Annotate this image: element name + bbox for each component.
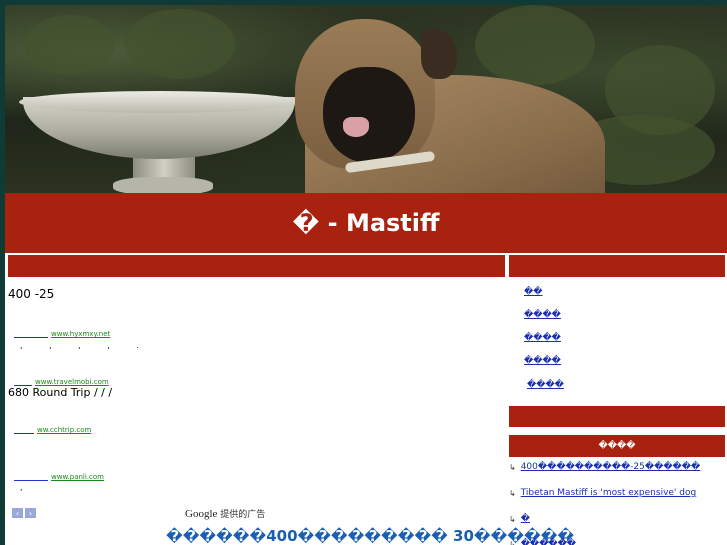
- sidebar-article-item[interactable]: ↳ Tibetan Mastiff is 'most expensive' do…: [509, 488, 696, 498]
- sidebar-article-item[interactable]: ↳ ������: [509, 539, 576, 545]
- sidebar-section-title: ����: [509, 435, 725, 457]
- site-title: � - Mastiff: [292, 209, 440, 237]
- arrow-icon: ↳: [509, 488, 516, 498]
- sidebar-header: [509, 255, 725, 277]
- sidebar-article-item[interactable]: ↳ �: [509, 514, 530, 524]
- ad-snippet: , , , , .: [20, 341, 151, 350]
- ad-link-1[interactable]: www.hyxmxy.net: [14, 329, 110, 338]
- article-link[interactable]: Tibetan Mastiff is 'most expensive' dog: [521, 488, 697, 498]
- site-title-bar: � - Mastiff: [5, 193, 727, 253]
- article-link[interactable]: 400����������-25������: [521, 462, 701, 472]
- section-title-text: ����: [598, 441, 636, 451]
- mastiff-banner-image: [5, 5, 727, 193]
- sidebar-nav-link[interactable]: ����: [524, 333, 561, 343]
- sidebar-nav-link[interactable]: ��: [524, 287, 542, 297]
- google-logo: Google: [185, 508, 218, 520]
- article-link[interactable]: �: [521, 514, 530, 524]
- chevron-left-icon[interactable]: ‹: [12, 508, 23, 518]
- ad-url[interactable]: www.panli.com: [51, 473, 104, 481]
- ad-link-4[interactable]: www.panli.com: [14, 472, 104, 481]
- sidebar: �� ���� ���� ���� ���� ���� ↳ 400�������…: [509, 255, 725, 545]
- sidebar-article-item[interactable]: ↳ 400����������-25������: [509, 462, 700, 472]
- intro-text: 400 -25: [8, 287, 55, 301]
- ad-url[interactable]: www.travelmobi.com: [35, 378, 109, 386]
- arrow-icon: ↳: [509, 462, 516, 472]
- ad-pager: ‹ ›: [12, 508, 36, 518]
- sidebar-nav-link[interactable]: ����: [527, 380, 564, 390]
- page: � - Mastiff 400 -25 www.hyxmxy.net , , ,…: [5, 5, 727, 545]
- main-section-header: [8, 255, 505, 277]
- arrow-icon: ↳: [509, 514, 516, 524]
- sidebar-divider-bar: [509, 406, 725, 427]
- arrow-icon: ↳: [509, 539, 516, 545]
- main-content: 400 -25 www.hyxmxy.net , , , , . www.tra…: [8, 279, 574, 545]
- ad-snippet: ,: [20, 483, 35, 492]
- google-ads-label[interactable]: Google 提供的广告: [185, 507, 265, 520]
- sidebar-nav-link[interactable]: ����: [524, 356, 561, 366]
- chevron-right-icon[interactable]: ›: [25, 508, 36, 518]
- ads-by-label: 提供的广告: [217, 510, 266, 520]
- ad-url[interactable]: ww.cchtrip.com: [37, 426, 91, 434]
- ad-snippet: 680 Round Trip / / /: [8, 386, 113, 399]
- article-link[interactable]: ������: [521, 539, 576, 545]
- ad-link-2[interactable]: www.travelmobi.com: [14, 377, 109, 386]
- ad-link-3[interactable]: ww.cchtrip.com: [14, 425, 91, 434]
- ad-url[interactable]: www.hyxmxy.net: [51, 330, 110, 338]
- sidebar-nav-link[interactable]: ����: [524, 310, 561, 320]
